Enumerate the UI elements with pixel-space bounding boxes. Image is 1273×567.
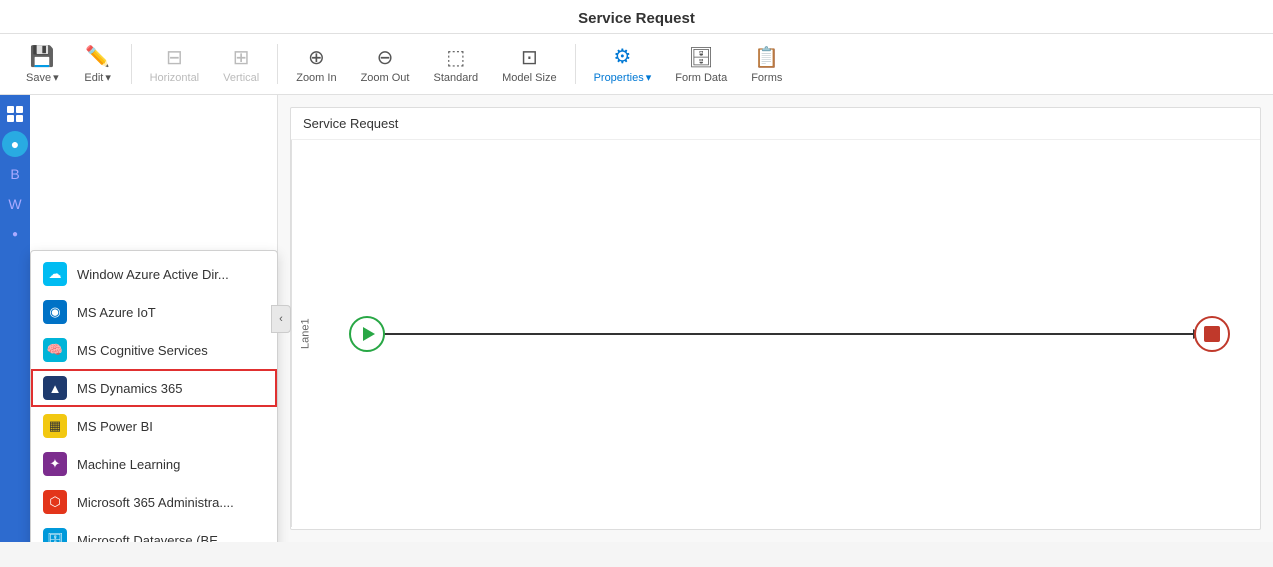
collapse-panel-button[interactable]: ‹ [271, 305, 291, 333]
zoom-in-button[interactable]: ⊕ Zoom In [286, 41, 346, 88]
horizontal-icon: ⊟ [166, 45, 183, 70]
start-event[interactable] [349, 316, 385, 352]
lane-content[interactable] [319, 140, 1260, 527]
canvas-area: Service Request Lane1 [278, 95, 1273, 542]
item-icon-ms-dataverse: 🗄 [43, 528, 67, 542]
canvas-container: Service Request Lane1 [290, 107, 1261, 530]
save-icon: 💾 [30, 44, 55, 69]
divider-1 [131, 44, 132, 84]
vertical-icon: ⊞ [233, 45, 250, 70]
item-label-ms-dynamics-365: MS Dynamics 365 [77, 381, 182, 396]
side-panel: ☁ Window Azure Active Dir... ◉ MS Azure … [30, 95, 278, 542]
divider-3 [575, 44, 576, 84]
edit-button[interactable]: ✏️ Edit ▾ [73, 40, 123, 88]
form-data-icon: 🗄 [689, 45, 714, 70]
item-label-ms-power-bi: MS Power BI [77, 419, 153, 434]
properties-button[interactable]: ⚙ Properties ▾ [584, 40, 662, 88]
dropdown-item-ms-dynamics-365[interactable]: ▲ MS Dynamics 365 [31, 369, 277, 407]
horizontal-button[interactable]: ⊟ Horizontal [140, 41, 210, 88]
nav-grid-icon[interactable] [2, 101, 28, 127]
lane-label: Lane1 [291, 140, 319, 527]
item-label-machine-learning: Machine Learning [77, 457, 180, 472]
page-title: Service Request [578, 10, 695, 27]
standard-button[interactable]: ⬚ Standard [423, 41, 488, 88]
item-label-ms-dataverse: Microsoft Dataverse (BE... [77, 533, 229, 543]
nav-icon-4[interactable]: ● [2, 221, 28, 247]
item-icon-azure-active-dir: ☁ [43, 262, 67, 286]
dropdown-item-ms-cognitive[interactable]: 🧠 MS Cognitive Services [31, 331, 277, 369]
flow-line [379, 333, 1200, 335]
nav-circle-icon[interactable]: ● [2, 131, 28, 157]
dropdown-scroll[interactable]: ☁ Window Azure Active Dir... ◉ MS Azure … [31, 255, 277, 542]
form-data-button[interactable]: 🗄 Form Data [665, 41, 737, 88]
end-event[interactable] [1194, 316, 1230, 352]
dropdown-item-machine-learning[interactable]: ✦ Machine Learning [31, 445, 277, 483]
item-icon-machine-learning: ✦ [43, 452, 67, 476]
item-icon-ms-365-admin: ⬡ [43, 490, 67, 514]
edit-chevron-icon: ▾ [105, 71, 111, 84]
item-icon-ms-cognitive: 🧠 [43, 338, 67, 362]
vertical-button[interactable]: ⊞ Vertical [213, 41, 269, 88]
model-size-icon: ⊡ [521, 45, 538, 70]
item-label-azure-active-dir: Window Azure Active Dir... [77, 267, 229, 282]
forms-icon: 📋 [754, 45, 779, 70]
item-label-ms-365-admin: Microsoft 365 Administra.... [77, 495, 234, 510]
nav-icon-2[interactable]: B [2, 161, 28, 187]
forms-button[interactable]: 📋 Forms [741, 41, 792, 88]
properties-chevron-icon: ▾ [646, 71, 652, 84]
canvas-title: Service Request [291, 108, 1260, 140]
app-header: Service Request [0, 0, 1273, 34]
zoom-out-icon: ⊖ [377, 45, 394, 70]
properties-icon: ⚙ [613, 44, 631, 69]
nav-icon-3[interactable]: W [2, 191, 28, 217]
toolbar: 💾 Save ▾ ✏️ Edit ▾ ⊟ Horizontal ⊞ Vertic… [0, 34, 1273, 95]
item-icon-ms-azure-iot: ◉ [43, 300, 67, 324]
end-event-square [1204, 326, 1220, 342]
zoom-in-icon: ⊕ [308, 45, 325, 70]
item-label-ms-cognitive: MS Cognitive Services [77, 343, 208, 358]
item-icon-ms-dynamics-365: ▲ [43, 376, 67, 400]
dropdown-panel: ☁ Window Azure Active Dir... ◉ MS Azure … [30, 250, 278, 542]
main-layout: ● B W ● ☁ Window Azure Active Dir... ◉ M… [0, 95, 1273, 542]
dropdown-item-azure-active-dir[interactable]: ☁ Window Azure Active Dir... [31, 255, 277, 293]
save-chevron-icon: ▾ [53, 71, 59, 84]
canvas-body: Lane1 [291, 140, 1260, 527]
divider-2 [277, 44, 278, 84]
dropdown-item-ms-365-admin[interactable]: ⬡ Microsoft 365 Administra.... [31, 483, 277, 521]
left-nav: ● B W ● [0, 95, 30, 542]
zoom-out-button[interactable]: ⊖ Zoom Out [351, 41, 420, 88]
item-icon-ms-power-bi: ▦ [43, 414, 67, 438]
model-size-button[interactable]: ⊡ Model Size [492, 41, 566, 88]
dropdown-item-ms-dataverse[interactable]: 🗄 Microsoft Dataverse (BE... [31, 521, 277, 542]
edit-icon: ✏️ [85, 44, 110, 69]
save-button[interactable]: 💾 Save ▾ [16, 40, 69, 88]
dropdown-item-ms-power-bi[interactable]: ▦ MS Power BI [31, 407, 277, 445]
item-label-ms-azure-iot: MS Azure IoT [77, 305, 156, 320]
dropdown-item-ms-azure-iot[interactable]: ◉ MS Azure IoT [31, 293, 277, 331]
standard-icon: ⬚ [446, 45, 465, 70]
